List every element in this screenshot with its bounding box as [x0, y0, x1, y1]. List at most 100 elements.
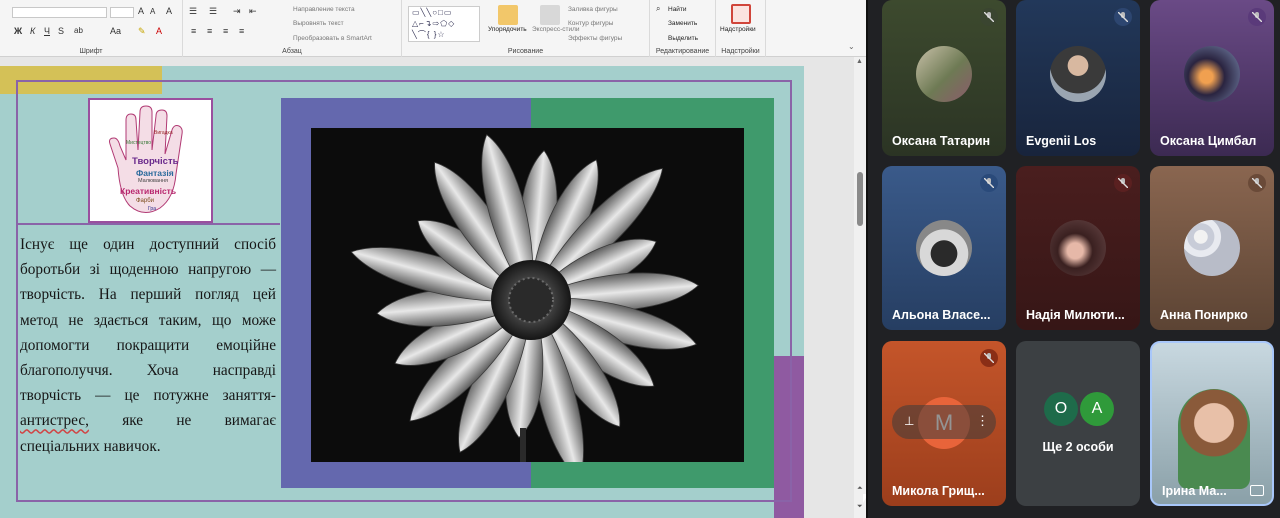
text-word: На [98, 286, 117, 304]
indent-icon[interactable]: ⇥ [233, 6, 241, 17]
arrange-button[interactable]: Упорядочить [488, 26, 527, 33]
font-family-select[interactable] [12, 7, 107, 18]
text-word: ще [69, 236, 88, 253]
paragraph-group: ☰ ☰ ⇥ ⇤ ≡ ≡ ≡ ≡ Направление текста Выров… [183, 0, 402, 57]
wordcloud-word: Мистецтво [126, 140, 152, 146]
avatar [1050, 46, 1106, 102]
text-word: напругою [188, 261, 252, 279]
wordcloud-word: Творчість [132, 156, 179, 167]
justify-icon[interactable]: ≡ [239, 26, 244, 36]
align-center-icon[interactable]: ≡ [207, 26, 212, 36]
align-right-icon[interactable]: ≡ [223, 26, 228, 36]
align-left-icon[interactable]: ≡ [191, 26, 196, 36]
participant-tile[interactable]: Анна Понирко [1150, 166, 1274, 330]
shape-fill-button[interactable]: Заливка фигуры [568, 6, 618, 13]
shapes-gallery[interactable]: ▭╲╲○□▭ △⌐↴⇨⬠◇ ╲⌒{ }☆ [408, 6, 480, 42]
scroll-thumb[interactable] [857, 172, 863, 226]
avatar [916, 220, 972, 276]
text-word: творчість. [20, 286, 85, 304]
drawing-group-label: Рисование [507, 48, 544, 55]
smartart-button[interactable]: Преобразовать в SmartArt [293, 35, 372, 42]
wordcloud-word: Вигадка [154, 130, 173, 136]
participant-name: Evgenii Los [1026, 134, 1097, 148]
more-options-icon[interactable]: ⋮ [976, 413, 989, 429]
text-word: це [124, 387, 140, 405]
avatar [916, 46, 972, 102]
text-word: вимагає [224, 412, 276, 430]
arrange-icon[interactable] [498, 5, 518, 25]
vertical-scrollbar[interactable]: ▲ ⏶ ⏷ [854, 57, 866, 518]
avatar-letter: О [1044, 392, 1078, 426]
text-line: антистрес, яке не вимагає [20, 408, 276, 433]
avatar [1184, 46, 1240, 102]
text-word: потужне [153, 387, 209, 405]
replace-button[interactable]: Заменить [668, 20, 697, 27]
pip-icon[interactable] [1250, 485, 1264, 496]
underline-icon[interactable]: Ч [44, 26, 50, 36]
next-slide-icon[interactable]: ⏷ [857, 503, 863, 511]
collapse-ribbon-icon[interactable]: ⌄ [848, 42, 855, 51]
grow-font-icon[interactable]: A [138, 6, 144, 16]
scroll-up-icon[interactable]: ▲ [856, 58, 863, 65]
mic-muted-icon [1114, 174, 1132, 192]
strikethrough-icon[interactable]: S [58, 26, 64, 36]
shape-outline-button[interactable]: Контур фигуры [568, 20, 613, 27]
italic-icon[interactable]: К [30, 26, 35, 36]
text-word: що [211, 311, 232, 329]
text-word: спеціальних [20, 437, 100, 455]
slide-body-text[interactable]: Існує ще один доступний спосіб боротьби зі щоде… [20, 232, 276, 459]
outdent-icon[interactable]: ⇤ [249, 6, 257, 17]
bullets-icon[interactable]: ☰ [189, 6, 197, 17]
font-color-icon[interactable]: A [156, 26, 162, 36]
text-line: допомогти покращити емоційне [20, 333, 276, 358]
mic-muted-icon [980, 8, 998, 26]
text-word: спосіб [234, 236, 276, 253]
addins-button[interactable]: Надстройки [720, 26, 756, 33]
slide[interactable]: Творчість Фантазія Креативність Фарби Ми… [0, 66, 804, 518]
align-text-button[interactable]: Выровнять текст [293, 20, 344, 27]
text-word: цей [252, 286, 276, 304]
text-word: доступний [149, 236, 220, 253]
flower-photo[interactable] [311, 128, 744, 462]
shrink-font-icon[interactable]: A [150, 7, 155, 16]
numbering-icon[interactable]: ☰ [209, 6, 217, 17]
text-direction-button[interactable]: Направление текста [293, 6, 355, 13]
text-word: — [95, 387, 111, 405]
shape-effects-button[interactable]: Эффекты фигуры [568, 35, 622, 42]
text-word: антистрес, [20, 412, 89, 430]
participant-tile[interactable]: Надія Милюти... [1016, 166, 1140, 330]
quick-styles-button[interactable]: Экспресс-стили [532, 26, 580, 33]
prev-slide-icon[interactable]: ⏶ [857, 485, 863, 493]
wordcloud-word: Фарби [136, 198, 155, 204]
text-line: метод не здається таким, що може [20, 308, 276, 333]
addins-icon[interactable] [731, 4, 751, 24]
mic-muted-icon [1114, 8, 1132, 26]
participant-name: Оксана Татарин [892, 134, 991, 148]
participant-tile[interactable]: M ⊥ ⋮ Микола Грищ... [882, 341, 1006, 506]
self-view-tile[interactable]: Ірина Ма... [1150, 341, 1274, 506]
text-word: творчість [20, 387, 82, 405]
participant-tile[interactable]: Альона Власе... [882, 166, 1006, 330]
participant-tile[interactable]: Evgenii Los [1016, 0, 1140, 156]
font-group: A A A Ж К Ч S ab Aa ✎ A Шрифт [0, 0, 183, 57]
others-tile[interactable]: О А Ще 2 особи [1016, 341, 1140, 506]
participant-tile[interactable]: Оксана Цимбал [1150, 0, 1274, 156]
quick-styles-icon[interactable] [540, 5, 560, 25]
text-word: боротьби [20, 261, 81, 279]
clear-format-icon[interactable]: A [166, 6, 172, 16]
mic-muted-icon [980, 174, 998, 192]
hand-wordcloud-image[interactable]: Творчість Фантазія Креативність Фарби Ми… [88, 98, 213, 223]
pin-icon[interactable]: ⊥ [904, 414, 914, 428]
screen: A A A Ж К Ч S ab Aa ✎ A Шрифт ☰ ☰ ⇥ ⇤ ≡ … [0, 0, 1280, 518]
highlight-icon[interactable]: ✎ [138, 26, 146, 37]
change-case-icon[interactable]: Aa [110, 26, 121, 36]
bold-icon[interactable]: Ж [14, 26, 22, 36]
select-button[interactable]: Выделить [668, 35, 698, 42]
text-word: один [103, 236, 135, 253]
participant-tile[interactable]: Оксана Татарин [882, 0, 1006, 156]
font-size-select[interactable] [110, 7, 134, 18]
char-spacing-icon[interactable]: ab [74, 26, 83, 35]
text-word: здається [93, 311, 149, 329]
find-button[interactable]: Найти [668, 6, 687, 13]
text-word: — [260, 261, 276, 279]
